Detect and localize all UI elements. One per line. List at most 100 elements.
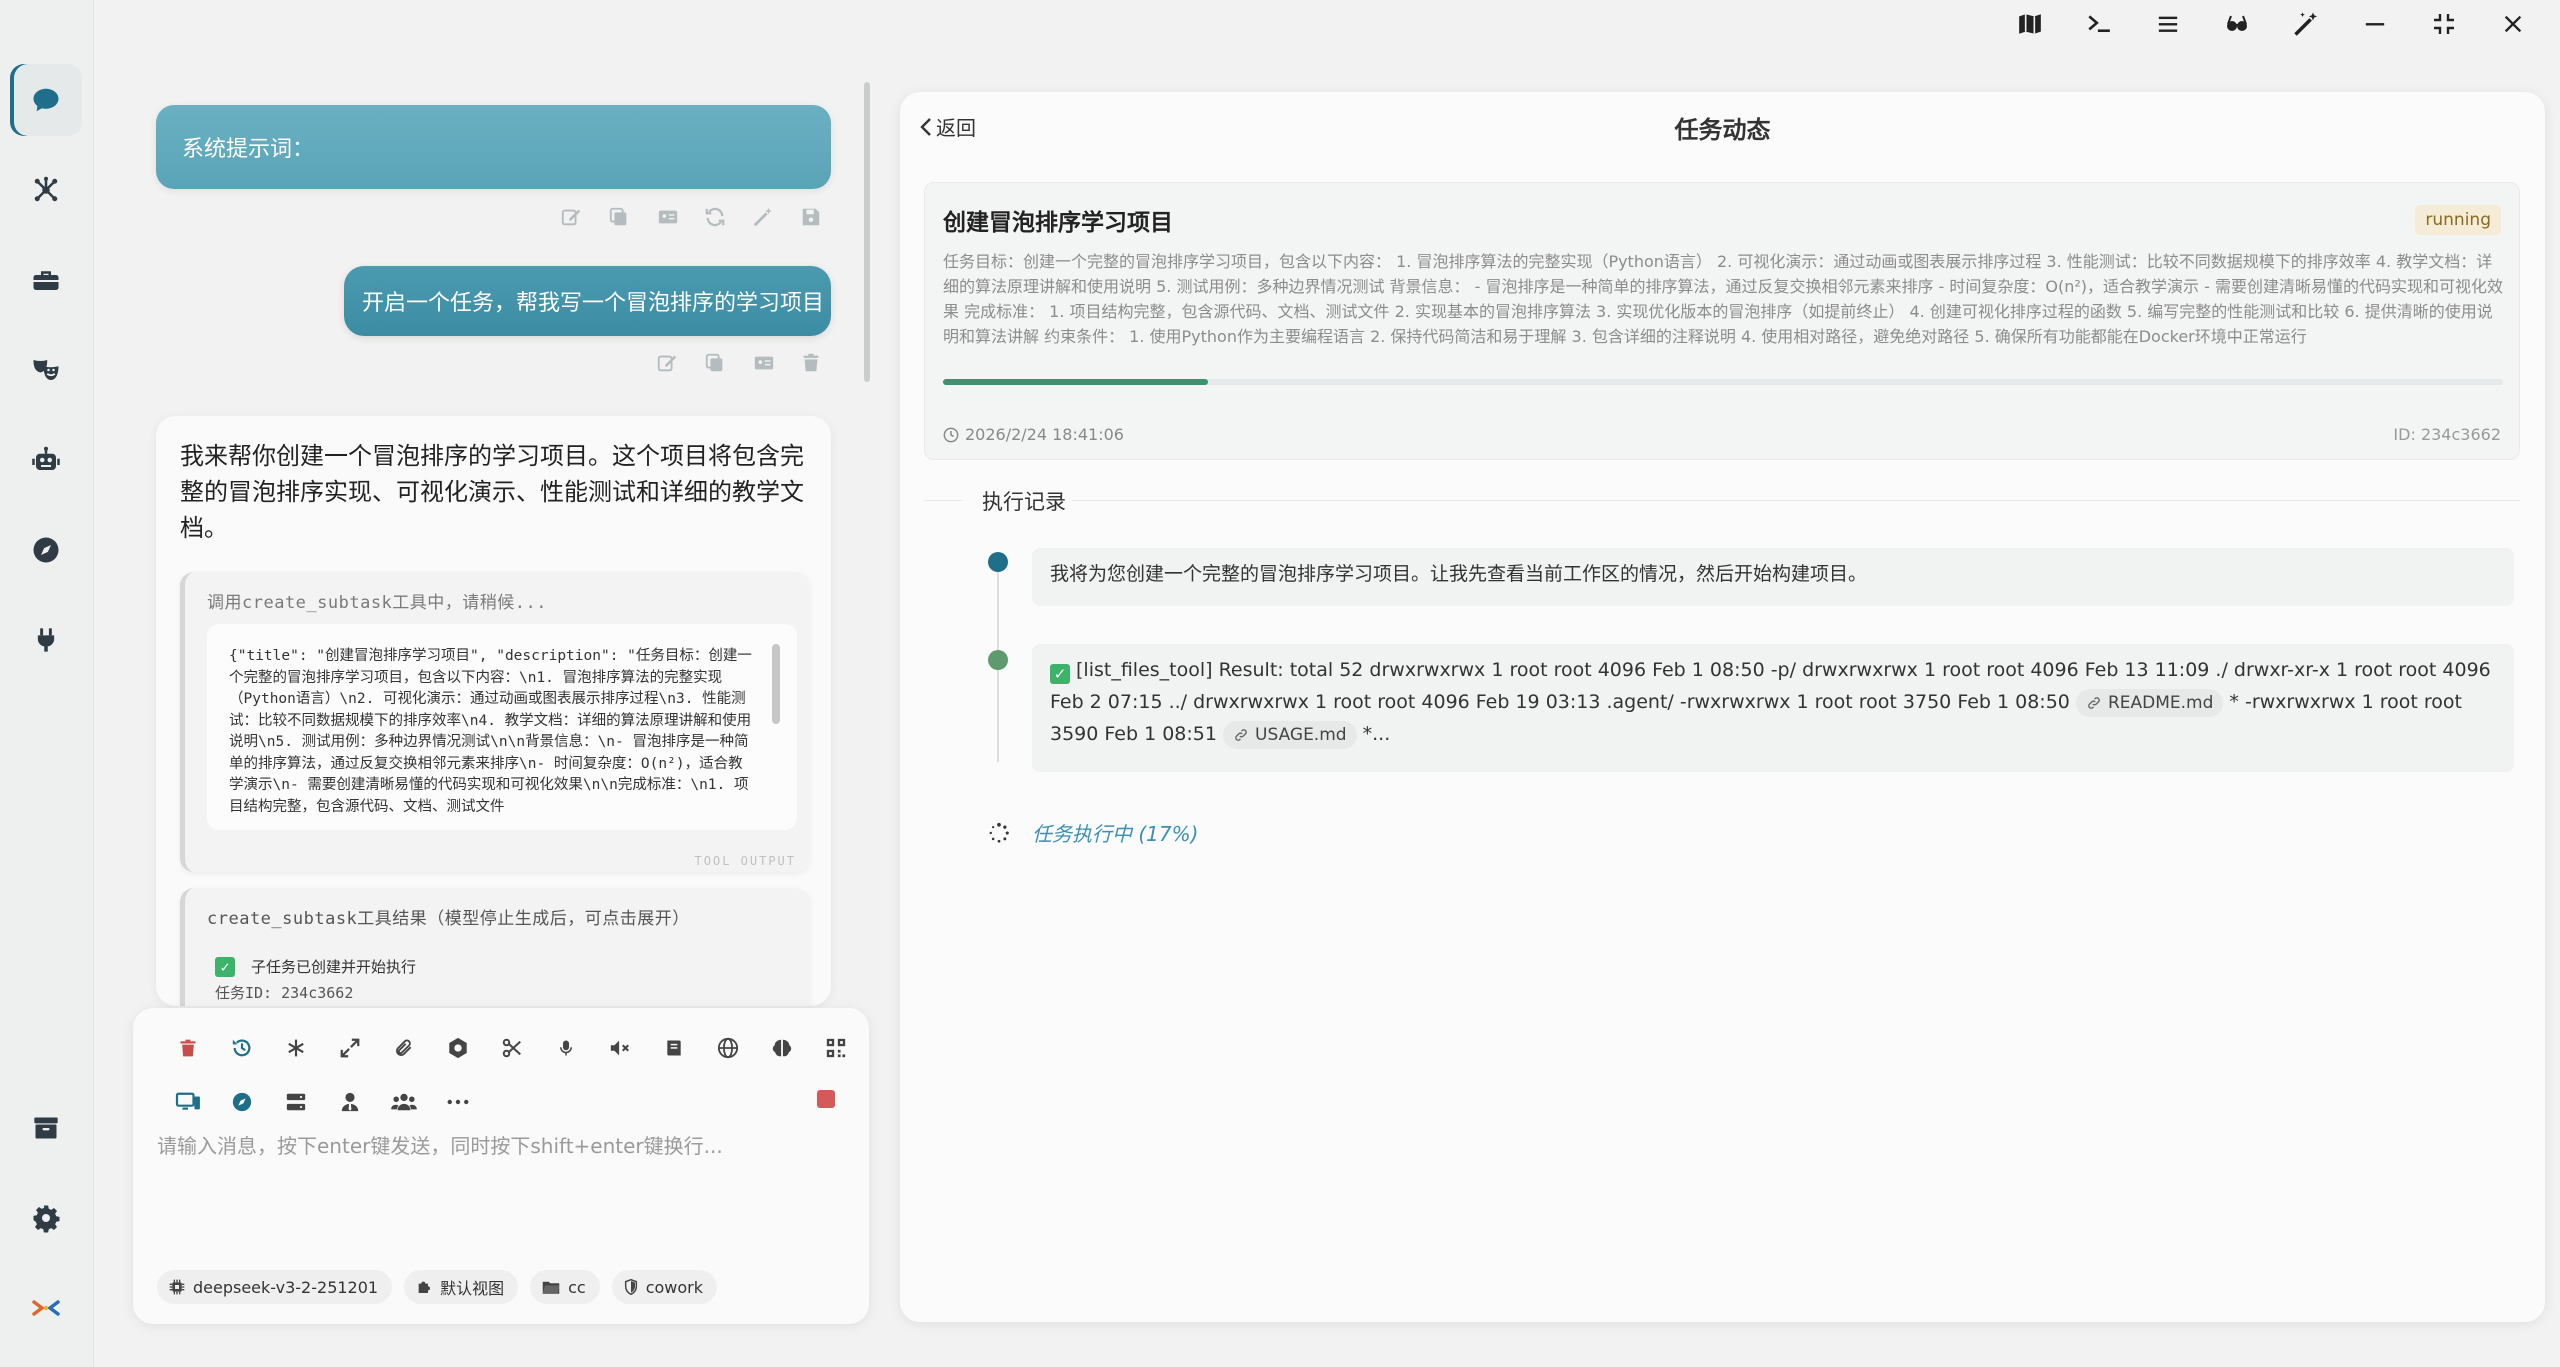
restore-button[interactable] xyxy=(2414,4,2474,44)
sidebar-item-plugins[interactable] xyxy=(10,604,82,676)
workspace-chip[interactable]: cowork xyxy=(611,1270,718,1304)
task-time: 2026/2/24 18:41:06 xyxy=(943,425,1124,444)
edit-icon[interactable] xyxy=(656,352,678,374)
task-description: 任务目标：创建一个完整的冒泡排序学习项目，包含以下内容： 1. 冒泡排序算法的完… xyxy=(943,252,2503,346)
glasses-button[interactable] xyxy=(2207,4,2267,44)
file-chip-label: README.md xyxy=(2107,692,2214,713)
map-button[interactable] xyxy=(2000,4,2060,44)
composer-toolbar-row-1 xyxy=(161,1030,863,1066)
settings-button[interactable] xyxy=(431,1030,485,1066)
system-prompt-bubble[interactable]: 系统提示词： xyxy=(156,105,831,189)
tool-result-box[interactable]: create_subtask工具结果（模型停止生成后，可点击展开） ✓ 子任务已… xyxy=(180,888,810,1006)
sidebar-item-robot[interactable] xyxy=(10,424,82,496)
workspace-chip-label: cowork xyxy=(645,1277,704,1297)
logo-icon xyxy=(31,1298,61,1318)
record-text: *... xyxy=(1362,723,1391,745)
chat-scrollbar[interactable] xyxy=(864,82,870,382)
tool-result-text: 子任务已创建并开始执行 xyxy=(251,958,417,976)
more-button[interactable] xyxy=(431,1084,485,1120)
minimize-button[interactable] xyxy=(2345,4,2405,44)
history-button[interactable] xyxy=(215,1030,269,1066)
explore-button[interactable] xyxy=(215,1084,269,1120)
agent-button[interactable] xyxy=(323,1084,377,1120)
check-icon: ✓ xyxy=(1050,664,1070,684)
asterisk-button[interactable] xyxy=(269,1030,323,1066)
model-chip[interactable]: deepseek-v3-2-251201 xyxy=(157,1270,393,1304)
copy-icon[interactable] xyxy=(608,206,630,228)
task-panel: 返回 任务动态 创建冒泡排序学习项目 running 任务目标：创建一个完整的冒… xyxy=(900,92,2545,1322)
scissors-button[interactable] xyxy=(485,1030,539,1066)
desktop-icon xyxy=(175,1091,201,1113)
chat-icon xyxy=(31,85,61,115)
id-card-icon[interactable] xyxy=(752,352,774,374)
restore-icon xyxy=(2432,12,2456,36)
user-message-bubble[interactable]: 开启一个任务，帮我写一个冒泡排序的学习项目 xyxy=(344,266,831,336)
mute-button[interactable] xyxy=(593,1030,647,1066)
file-chip[interactable]: README.md xyxy=(2075,688,2224,717)
stop-button[interactable] xyxy=(817,1090,835,1108)
folder-icon xyxy=(542,1279,560,1295)
attach-button[interactable] xyxy=(377,1030,431,1066)
network-icon xyxy=(31,175,61,205)
id-card-icon[interactable] xyxy=(656,206,678,228)
close-button[interactable] xyxy=(2483,4,2543,44)
tool-call-scrollbar[interactable] xyxy=(772,644,780,724)
server-button[interactable] xyxy=(269,1084,323,1120)
team-button[interactable] xyxy=(377,1084,431,1120)
message-input[interactable]: 请输入消息，按下enter键发送，同时按下shift+enter键换行... xyxy=(157,1130,847,1159)
desktop-button[interactable] xyxy=(161,1084,215,1120)
copy-icon[interactable] xyxy=(704,352,726,374)
folder-chip[interactable]: cc xyxy=(530,1270,600,1304)
magic-wand-icon xyxy=(2292,10,2320,38)
edit-icon[interactable] xyxy=(560,206,582,228)
reasoning-button[interactable] xyxy=(755,1030,809,1066)
tool-call-box[interactable]: 调用create_subtask工具中，请稍候... {"title": "创建… xyxy=(180,572,810,872)
app-logo[interactable] xyxy=(10,1272,82,1344)
record-entry: 我将为您创建一个完整的冒泡排序学习项目。让我先查看当前工作区的情况，然后开始构建… xyxy=(1032,548,2514,606)
assistant-message-card: 我来帮你创建一个冒泡排序的学习项目。这个项目将包含完整的冒泡排序实现、可视化演示… xyxy=(156,416,831,1006)
save-icon[interactable] xyxy=(800,206,822,228)
sidebar-item-agents[interactable] xyxy=(10,154,82,226)
sidebar-item-explore[interactable] xyxy=(10,514,82,586)
expand-button[interactable] xyxy=(323,1030,377,1066)
check-icon: ✓ xyxy=(215,956,235,977)
link-icon xyxy=(1233,728,1249,742)
file-chip[interactable]: USAGE.md xyxy=(1223,720,1357,749)
qrcode-button[interactable] xyxy=(809,1030,863,1066)
compass-icon xyxy=(31,535,61,565)
voice-button[interactable] xyxy=(539,1030,593,1066)
magic-wand-icon[interactable] xyxy=(752,206,774,228)
model-chip-label: deepseek-v3-2-251201 xyxy=(193,1277,379,1297)
sidebar-item-toolbox[interactable] xyxy=(10,244,82,316)
book-icon xyxy=(664,1037,684,1059)
refresh-icon[interactable] xyxy=(704,206,726,228)
task-time-text: 2026/2/24 18:41:06 xyxy=(965,425,1124,444)
sidebar-item-chat[interactable] xyxy=(10,64,82,136)
record-entry: ✓ [list_files_tool] Result: total 52 drwx… xyxy=(1032,644,2514,772)
toolbox-icon xyxy=(30,265,62,295)
view-chip[interactable]: 默认视图 xyxy=(404,1270,519,1304)
sidebar-item-settings[interactable] xyxy=(10,1182,82,1254)
menu-button[interactable] xyxy=(2138,4,2198,44)
magic-wand-button[interactable] xyxy=(2276,4,2336,44)
task-progress-bar xyxy=(943,379,2503,385)
task-id: ID: 234c3662 xyxy=(2393,425,2501,444)
clear-button[interactable] xyxy=(161,1030,215,1066)
book-button[interactable] xyxy=(647,1030,701,1066)
task-card[interactable]: 创建冒泡排序学习项目 running 任务目标：创建一个完整的冒泡排序学习项目，… xyxy=(924,182,2520,460)
sidebar-item-archive[interactable] xyxy=(10,1092,82,1164)
minimize-icon xyxy=(2364,13,2386,35)
web-search-button[interactable] xyxy=(701,1030,755,1066)
composer-chips: deepseek-v3-2-251201 默认视图 cc cowork xyxy=(157,1270,718,1304)
menu-icon xyxy=(2156,13,2180,35)
system-prompt-label: 系统提示词： xyxy=(182,137,315,162)
terminal-button[interactable] xyxy=(2069,4,2129,44)
trash-icon xyxy=(178,1037,198,1059)
message-composer: 请输入消息，按下enter键发送，同时按下shift+enter键换行... d… xyxy=(133,1008,869,1324)
users-icon xyxy=(391,1091,417,1113)
sidebar-item-masks[interactable] xyxy=(10,334,82,406)
trash-icon[interactable] xyxy=(800,352,822,374)
folder-chip-label: cc xyxy=(568,1277,586,1297)
tool-call-header: 调用create_subtask工具中，请稍候... xyxy=(207,593,547,613)
globe-icon xyxy=(717,1037,739,1059)
